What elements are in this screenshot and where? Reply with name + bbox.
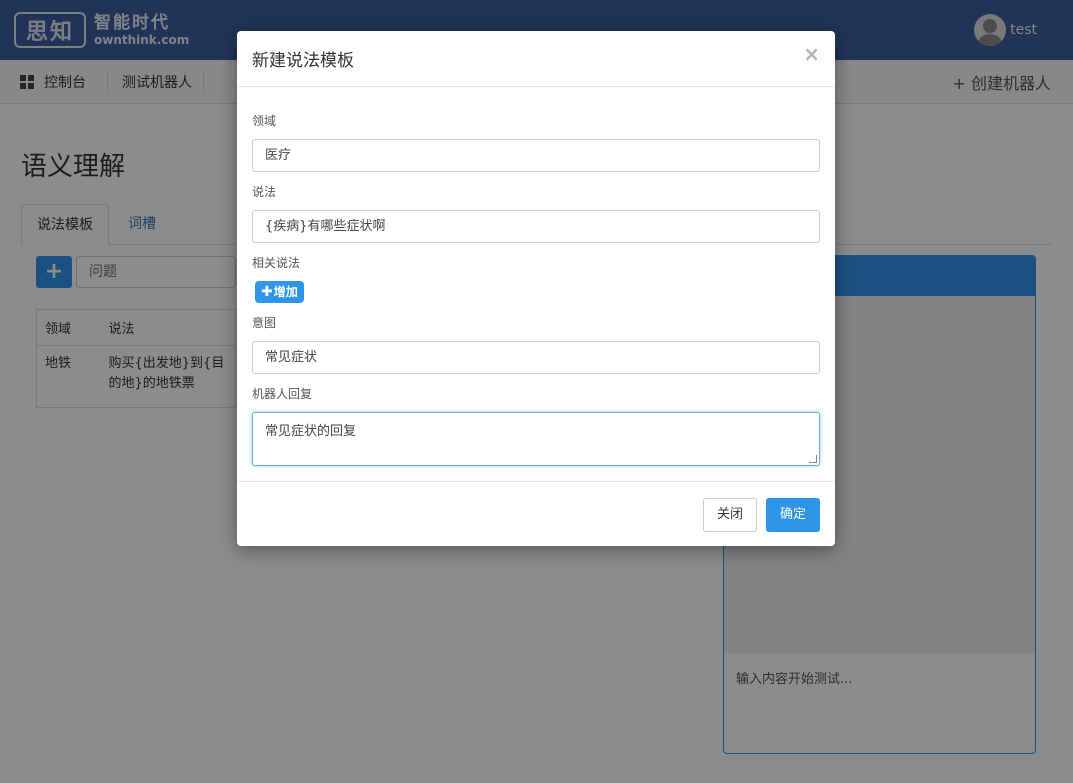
dialog-footer: 关闭 确定 <box>237 481 835 546</box>
new-template-dialog: 新建说法模板 × 领域 医疗 说法 {疾病}有哪些症状啊 相关说法 ✚ 增加 意… <box>237 31 835 546</box>
plus-icon: ✚ <box>261 284 273 300</box>
intent-label: 意图 <box>252 316 277 330</box>
close-icon[interactable]: × <box>803 43 820 65</box>
dialog-title: 新建说法模板 <box>252 51 354 71</box>
phrase-field[interactable]: {疾病}有哪些症状啊 <box>252 210 820 243</box>
reply-text: 常见症状的回复 <box>265 424 357 439</box>
resize-handle[interactable] <box>809 455 817 463</box>
add-related-phrase-button[interactable]: ✚ 增加 <box>255 281 304 303</box>
reply-label: 机器人回复 <box>252 387 313 401</box>
intent-field[interactable]: 常见症状 <box>252 341 820 374</box>
close-button[interactable]: 关闭 <box>703 498 757 532</box>
phrase-label: 说法 <box>252 185 277 199</box>
domain-field[interactable]: 医疗 <box>252 139 820 172</box>
reply-textarea[interactable]: 常见症状的回复 <box>252 412 820 466</box>
confirm-button[interactable]: 确定 <box>766 498 820 532</box>
domain-label: 领域 <box>252 114 277 128</box>
add-related-label: 增加 <box>273 285 298 299</box>
related-phrases-label: 相关说法 <box>252 256 301 270</box>
